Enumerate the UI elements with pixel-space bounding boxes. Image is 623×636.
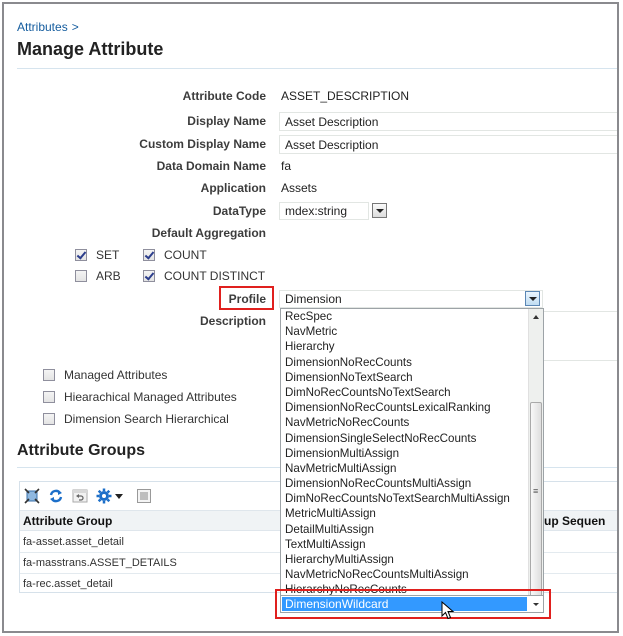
columns-icon[interactable] xyxy=(135,487,153,505)
dropdown-scrollbar[interactable]: ≡ xyxy=(528,309,543,598)
profile-label: Profile xyxy=(228,292,266,306)
display-name-input[interactable] xyxy=(279,112,617,131)
profile-options: RecSpec NavMetric Hierarchy DimensionNoRecC… xyxy=(281,309,529,598)
profile-option[interactable]: DimensionMultiAssign xyxy=(281,446,529,461)
data-domain-name-label: Data Domain Name xyxy=(156,159,266,173)
undo-icon[interactable] xyxy=(71,487,89,505)
custom-display-name-label: Custom Display Name xyxy=(139,137,266,151)
profile-option[interactable]: DimensionSingleSelectNoRecCounts xyxy=(281,431,529,446)
profile-option[interactable]: NavMetricNoRecCounts xyxy=(281,415,529,430)
managed-attributes-checkbox[interactable] xyxy=(43,369,55,381)
dimension-search-hierarchical-checkbox[interactable] xyxy=(43,413,55,425)
count-checkbox-label: COUNT xyxy=(164,248,207,262)
page-title: Manage Attribute xyxy=(17,39,164,59)
profile-option[interactable]: MetricMultiAssign xyxy=(281,506,529,521)
profile-option[interactable]: NavMetricNoRecCountsMultiAssign xyxy=(281,567,529,582)
count-distinct-checkbox[interactable] xyxy=(143,270,155,282)
description-textarea[interactable] xyxy=(538,311,617,361)
refresh-icon[interactable] xyxy=(47,487,65,505)
attribute-group-cell: fa-masstrans.ASSET_DETAILS xyxy=(23,557,177,569)
breadcrumb-separator: > xyxy=(71,20,79,34)
application-value: Assets xyxy=(281,181,318,195)
attribute-code-value: ASSET_DESCRIPTION xyxy=(281,89,410,103)
breadcrumb-attributes-link[interactable]: Attributes xyxy=(17,20,68,34)
title-divider xyxy=(17,68,617,69)
count-checkbox[interactable] xyxy=(143,249,155,261)
profile-option[interactable]: DimensionNoRecCountsMultiAssign xyxy=(281,476,529,491)
attribute-group-cell: fa-asset.asset_detail xyxy=(23,536,124,548)
settings-icon[interactable] xyxy=(95,487,113,505)
profile-dropdown-arrow-icon[interactable] xyxy=(525,291,540,306)
app-frame: Attributes > Manage Attribute Attribute C… xyxy=(2,2,619,633)
detach-icon[interactable] xyxy=(23,487,41,505)
profile-option[interactable]: DimensionNoRecCounts xyxy=(281,355,529,370)
profile-option[interactable]: DetailMultiAssign xyxy=(281,522,529,537)
datatype-dropdown-arrow-icon[interactable] xyxy=(372,203,387,218)
datatype-select-value[interactable]: mdex:string xyxy=(279,202,369,220)
arb-checkbox-label: ARB xyxy=(96,269,121,283)
hierarchical-managed-attributes-checkbox[interactable] xyxy=(43,391,55,403)
profile-option[interactable]: DimNoRecCountsNoTextSearchMultiAssign xyxy=(281,491,529,506)
set-checkbox[interactable] xyxy=(75,249,87,261)
breadcrumb: Attributes > xyxy=(17,20,79,34)
profile-option[interactable]: RecSpec xyxy=(281,309,529,324)
datatype-label: DataType xyxy=(212,204,266,218)
scroll-up-arrow-icon[interactable] xyxy=(533,315,539,319)
column-header-attribute-group[interactable]: Attribute Group xyxy=(23,514,112,528)
mouse-cursor-icon xyxy=(441,601,455,620)
scrollbar-grip-icon: ≡ xyxy=(533,486,539,496)
set-checkbox-label: SET xyxy=(96,248,120,262)
highlighted-option-callout xyxy=(275,589,551,619)
profile-option[interactable]: DimensionNoTextSearch xyxy=(281,370,529,385)
attribute-code-label: Attribute Code xyxy=(182,89,266,103)
attribute-group-cell: fa-rec.asset_detail xyxy=(23,578,113,590)
display-name-label: Display Name xyxy=(187,114,266,128)
dimension-search-hierarchical-label: Dimension Search Hierarchical xyxy=(64,412,229,426)
custom-display-name-input[interactable] xyxy=(279,135,617,154)
data-domain-name-value: fa xyxy=(281,159,292,173)
profile-option[interactable]: NavMetric xyxy=(281,324,529,339)
hierarchical-managed-attributes-label: Hiearachical Managed Attributes xyxy=(64,390,237,404)
profile-option[interactable]: Hierarchy xyxy=(281,339,529,354)
managed-attributes-label: Managed Attributes xyxy=(64,368,168,382)
scrollbar-thumb[interactable]: ≡ xyxy=(530,402,542,598)
application-label: Application xyxy=(200,181,266,195)
description-label: Description xyxy=(199,314,266,328)
arb-checkbox[interactable] xyxy=(75,270,87,282)
profile-option[interactable]: NavMetricMultiAssign xyxy=(281,461,529,476)
settings-dropdown-caret-icon[interactable] xyxy=(115,493,123,499)
count-distinct-checkbox-label: COUNT DISTINCT xyxy=(164,269,266,283)
table-toolbar xyxy=(23,485,153,507)
attribute-groups-title: Attribute Groups xyxy=(17,442,145,459)
profile-option[interactable]: HierarchyMultiAssign xyxy=(281,552,529,567)
profile-option[interactable]: DimNoRecCountsNoTextSearch xyxy=(281,385,529,400)
profile-option[interactable]: TextMultiAssign xyxy=(281,537,529,552)
profile-option[interactable]: DimensionNoRecCountsLexicalRanking xyxy=(281,400,529,415)
profile-select-value[interactable]: Dimension xyxy=(279,290,543,308)
profile-dropdown-list[interactable]: RecSpec NavMetric Hierarchy DimensionNoRecC… xyxy=(280,308,544,599)
default-aggregation-label: Default Aggregation xyxy=(151,226,266,240)
